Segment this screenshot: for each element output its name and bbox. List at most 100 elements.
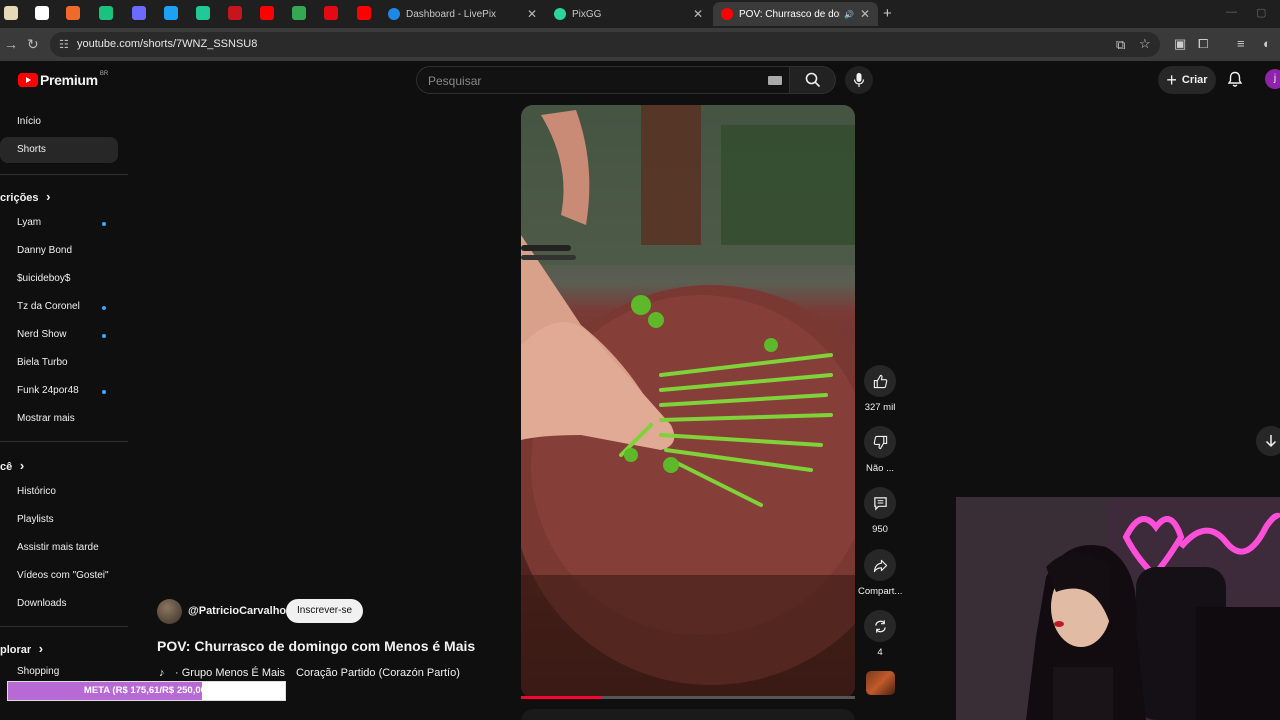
sidebar-item-library[interactable]: Assistir mais tarde — [17, 542, 99, 553]
pinned-tab[interactable] — [292, 6, 306, 20]
like-button[interactable] — [864, 365, 896, 397]
search-box[interactable]: Pesquisar — [416, 66, 790, 94]
tab-audio-icon[interactable]: 🔊 — [844, 10, 854, 19]
account-avatar[interactable]: j — [1265, 69, 1280, 89]
sidebar-item-library[interactable]: Downloads — [17, 598, 66, 609]
dislike-action[interactable]: Não ... — [858, 426, 902, 474]
profile-icon[interactable]: ◐ — [1263, 36, 1271, 51]
comments-button[interactable] — [864, 487, 896, 519]
new-content-dot — [102, 306, 106, 310]
close-tab-icon[interactable]: ✕ — [860, 7, 870, 21]
sidebar-item-shorts[interactable]: Shorts — [17, 144, 46, 155]
minimize-icon[interactable]: — — [1226, 6, 1237, 18]
dislike-button[interactable] — [864, 426, 896, 458]
cast-icon[interactable]: ⧉ — [1116, 37, 1125, 53]
search-input[interactable]: Pesquisar — [428, 74, 481, 88]
sound-thumbnail[interactable] — [866, 671, 895, 695]
pinned-tab[interactable] — [324, 6, 338, 20]
sidebar-item-subscription[interactable]: Lyam — [17, 217, 41, 228]
sidebar-item-subscription[interactable]: Mostrar mais — [17, 413, 75, 424]
extensions-puzzle-icon[interactable]: ⧠ — [1198, 36, 1208, 52]
chevron-right-icon: › — [42, 189, 51, 204]
sidebar-item-subscription[interactable]: Danny Bond — [17, 245, 72, 256]
search-button[interactable] — [790, 66, 836, 94]
subscribe-button[interactable]: Inscrever-se — [286, 599, 363, 623]
tab-title: PixGG — [572, 8, 602, 20]
sidebar-item-subscription[interactable]: Nerd Show — [17, 329, 66, 340]
sidebar-you-header[interactable]: cê › — [0, 458, 24, 473]
chevron-right-icon: › — [35, 641, 44, 656]
pinned-tab[interactable] — [196, 6, 210, 20]
pinned-tab[interactable] — [164, 6, 178, 20]
sidebar-explore-header[interactable]: plorar › — [0, 641, 43, 656]
sidebar-divider — [0, 441, 128, 442]
sidebar-explore-header-label: plorar — [0, 644, 32, 656]
comments-action[interactable]: 950 — [858, 487, 902, 535]
create-button[interactable]: + Criar — [1158, 66, 1216, 94]
voice-search-button[interactable] — [845, 66, 873, 94]
pinned-tab[interactable] — [228, 6, 242, 20]
maximize-icon[interactable]: ▢ — [1256, 6, 1266, 19]
tab-title: Dashboard - LivePix — [406, 8, 497, 20]
like-action[interactable]: 327 mil — [858, 365, 902, 413]
tab-favicon-icon — [554, 8, 566, 20]
channel-avatar[interactable] — [157, 599, 182, 624]
sidebar-divider — [0, 174, 128, 175]
keyboard-icon[interactable] — [768, 76, 782, 85]
donation-goal-label: META (R$ 175,61/R$ 250,00) — [83, 685, 210, 696]
sidebar-item-subscription[interactable]: Tz da Coronel — [17, 301, 80, 312]
sidebar-item-subscription[interactable]: Funk 24por48 — [17, 385, 79, 396]
notifications-bell-icon[interactable] — [1227, 71, 1243, 93]
media-control-icon[interactable]: ≡ — [1237, 36, 1245, 51]
sidebar-you-header-label: cê — [0, 461, 13, 473]
address-bar[interactable]: ☷ youtube.com/shorts/7WNZ_SSNSU8 ⧉ ☆ — [50, 32, 1160, 57]
tab-favicon-icon — [721, 8, 733, 20]
sidebar-item-subscription[interactable]: Biela Turbo — [17, 357, 68, 368]
sidebar-item-library[interactable]: Histórico — [17, 486, 56, 497]
bookmark-star-icon[interactable]: ☆ — [1139, 36, 1151, 52]
next-short-button[interactable] — [1256, 426, 1280, 456]
sidebar-subscriptions-header[interactable]: crições › — [0, 189, 50, 204]
video-progress-bar[interactable] — [521, 696, 855, 699]
extension-icon[interactable]: ▣ — [1174, 36, 1186, 52]
remix-button[interactable] — [864, 610, 896, 642]
music-song: Coração Partido (Corazón Partío) — [296, 667, 460, 679]
browser-tab[interactable]: POV: Churrasco de doming 🔊 ✕ — [713, 2, 878, 26]
music-artist: · Grupo Menos É Mais — [175, 667, 286, 679]
sidebar-item-home[interactable]: Início — [17, 116, 41, 127]
reload-icon[interactable]: ↻ — [27, 36, 39, 53]
pinned-tab[interactable] — [99, 6, 113, 20]
new-content-dot — [102, 334, 106, 338]
plus-icon: + — [1166, 70, 1177, 90]
music-row[interactable]: ♪ · Grupo Menos É Mais Coração Partido (… — [159, 667, 460, 679]
webcam-overlay — [956, 497, 1280, 720]
browser-tab[interactable]: Dashboard - LivePix ✕ — [380, 2, 545, 26]
pinned-tab[interactable] — [35, 6, 49, 20]
pinned-tab[interactable] — [66, 6, 80, 20]
pinned-tab[interactable] — [357, 6, 371, 20]
remix-action[interactable]: 4 — [858, 610, 902, 658]
share-action[interactable]: Compart... — [858, 549, 902, 597]
new-tab-button[interactable]: + — [883, 5, 892, 22]
sidebar-item-explore[interactable]: Shopping — [17, 666, 59, 677]
close-tab-icon[interactable]: ✕ — [527, 7, 537, 21]
browser-tab[interactable]: PixGG ✕ — [546, 2, 711, 26]
new-content-dot — [102, 390, 106, 394]
pinned-tab[interactable] — [4, 6, 18, 20]
youtube-premium-logo[interactable]: Premium BR — [18, 71, 108, 88]
share-button[interactable] — [864, 549, 896, 581]
forward-icon[interactable]: → — [4, 36, 18, 52]
sidebar-item-subscription[interactable]: $uicideboy$ — [17, 273, 70, 284]
pinned-tab[interactable] — [260, 6, 274, 20]
close-tab-icon[interactable]: ✕ — [693, 7, 703, 21]
channel-name[interactable]: @PatricioCarvalho — [188, 605, 286, 617]
thumbs-down-icon — [873, 435, 887, 449]
site-info-icon[interactable]: ☷ — [59, 38, 69, 51]
short-video-player[interactable] — [521, 105, 855, 698]
sidebar-item-library[interactable]: Vídeos com "Gostei" — [17, 570, 109, 581]
pinned-tab[interactable] — [132, 6, 146, 20]
sidebar-item-library[interactable]: Playlists — [17, 514, 54, 525]
youtube-play-icon — [18, 73, 38, 87]
sidebar-divider — [0, 626, 128, 627]
webcam-image — [956, 497, 1280, 720]
